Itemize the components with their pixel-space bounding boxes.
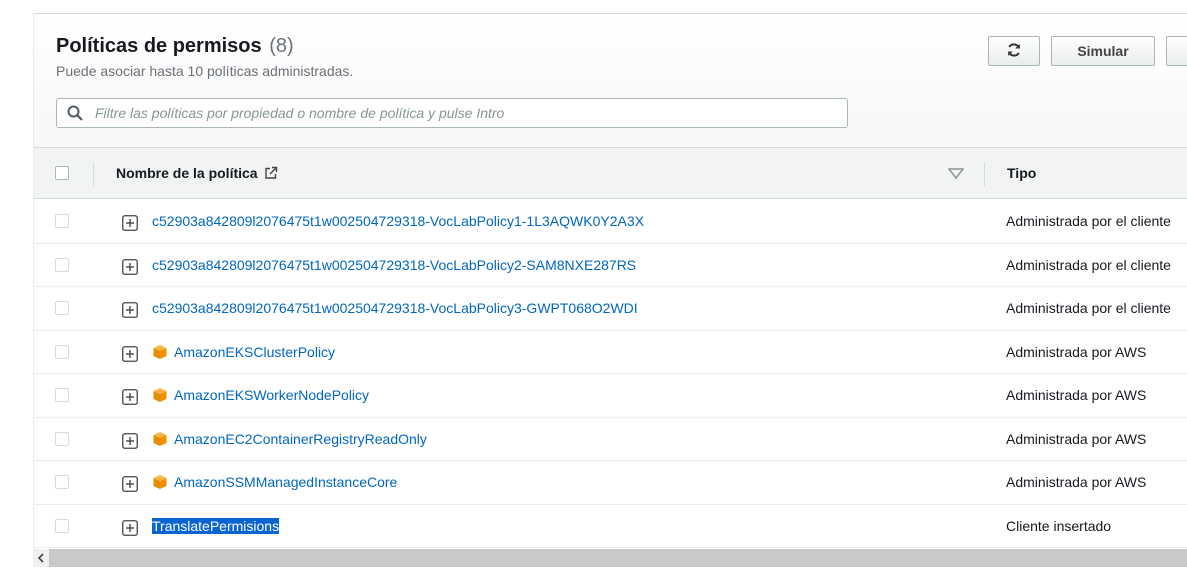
policy-type: Administrada por AWS: [1006, 387, 1147, 403]
policy-type: Administrada por AWS: [1006, 474, 1147, 490]
expand-plus-icon[interactable]: [122, 345, 138, 362]
policy-search-input[interactable]: [93, 104, 837, 122]
external-link-icon[interactable]: [264, 166, 278, 180]
expand-plus-icon[interactable]: [122, 302, 138, 318]
table-row[interactable]: TranslatePermisions Cliente insertado: [34, 505, 1187, 548]
table-row[interactable]: c52903a842809l2076475t1w002504729318-Voc…: [34, 287, 1187, 331]
scroll-left-arrow-icon[interactable]: [33, 549, 49, 567]
table-row[interactable]: AmazonEKSClusterPolicy Administrada por A…: [34, 331, 1187, 374]
column-header-type[interactable]: Tipo: [1007, 165, 1036, 181]
expand-plus-icon[interactable]: [122, 258, 138, 275]
row-checkbox[interactable]: [55, 518, 69, 533]
column-header-policy-name[interactable]: Nombre de la política: [116, 165, 278, 181]
aws-cube-icon: [152, 431, 168, 447]
expand-plus-icon[interactable]: [122, 389, 138, 405]
horizontal-scrollbar[interactable]: [33, 549, 1187, 567]
row-checkbox[interactable]: [55, 257, 69, 272]
policy-name-link[interactable]: c52903a842809l2076475t1w002504729318-Voc…: [152, 300, 638, 316]
policy-name-link[interactable]: AmazonEKSWorkerNodePolicy: [174, 387, 369, 403]
more-actions-button[interactable]: [1166, 36, 1187, 66]
panel-title: Políticas de permisos (8): [56, 35, 294, 58]
simulate-button[interactable]: Simular: [1051, 36, 1155, 66]
row-checkbox[interactable]: [55, 475, 69, 489]
table-row[interactable]: AmazonEC2ContainerRegistryReadOnly Admini…: [34, 418, 1187, 461]
policy-type: Administrada por el cliente: [1006, 300, 1171, 316]
table-row[interactable]: c52903a842809l2076475t1w002504729318-Voc…: [34, 244, 1187, 287]
permissions-policies-panel: Políticas de permisos (8) Puede asociar …: [33, 13, 1187, 552]
expand-plus-icon[interactable]: [122, 432, 138, 449]
column-divider: [984, 162, 985, 186]
table-row[interactable]: c52903a842809l2076475t1w002504729318-Voc…: [34, 200, 1187, 244]
policy-name-link[interactable]: AmazonEKSClusterPolicy: [174, 344, 335, 360]
row-checkbox[interactable]: [55, 344, 69, 359]
table-header-row: Nombre de la política Tipo: [34, 147, 1187, 199]
select-all-checkbox[interactable]: [55, 166, 69, 180]
aws-cube-icon: [152, 474, 168, 490]
policy-type: Administrada por AWS: [1006, 430, 1147, 447]
panel-subtitle: Puede asociar hasta 10 políticas adminis…: [56, 63, 354, 79]
policy-name-link[interactable]: AmazonEC2ContainerRegistryReadOnly: [174, 431, 427, 447]
policy-type: Administrada por el cliente: [1006, 256, 1171, 273]
panel-header: Políticas de permisos (8) Puede asociar …: [34, 14, 1187, 147]
aws-cube-icon: [152, 387, 168, 403]
table-row[interactable]: AmazonEKSWorkerNodePolicy Administrada po…: [34, 374, 1187, 418]
sort-down-icon[interactable]: [947, 167, 965, 185]
search-icon: [67, 104, 85, 122]
row-checkbox[interactable]: [55, 431, 69, 446]
refresh-icon: [1006, 42, 1022, 61]
policy-type: Cliente insertado: [1006, 517, 1112, 534]
row-checkbox[interactable]: [55, 301, 69, 315]
panel-title-text: Políticas de permisos: [56, 35, 262, 57]
policy-count: (8): [269, 35, 294, 57]
row-checkbox[interactable]: [55, 388, 69, 402]
policy-name-link[interactable]: c52903a842809l2076475t1w002504729318-Voc…: [152, 257, 636, 273]
policy-name-link[interactable]: AmazonSSMManagedInstanceCore: [174, 474, 397, 490]
row-checkbox[interactable]: [55, 214, 69, 228]
column-divider: [93, 162, 94, 186]
expand-plus-icon[interactable]: [122, 215, 138, 231]
policy-search-box[interactable]: [56, 98, 848, 128]
policy-type: Administrada por AWS: [1006, 343, 1147, 360]
refresh-button[interactable]: [988, 36, 1040, 66]
policy-type: Administrada por el cliente: [1006, 213, 1171, 229]
aws-cube-icon: [152, 344, 168, 360]
column-header-policy-name-label: Nombre de la política: [116, 165, 258, 181]
policy-table-body: c52903a842809l2076475t1w002504729318-Voc…: [34, 200, 1187, 548]
table-row[interactable]: AmazonSSMManagedInstanceCore Administrada…: [34, 461, 1187, 505]
expand-plus-icon[interactable]: [122, 476, 138, 492]
expand-plus-icon[interactable]: [122, 519, 138, 536]
policy-name-link[interactable]: TranslatePermisions: [152, 517, 280, 534]
policy-name-link[interactable]: c52903a842809l2076475t1w002504729318-Voc…: [152, 213, 644, 229]
